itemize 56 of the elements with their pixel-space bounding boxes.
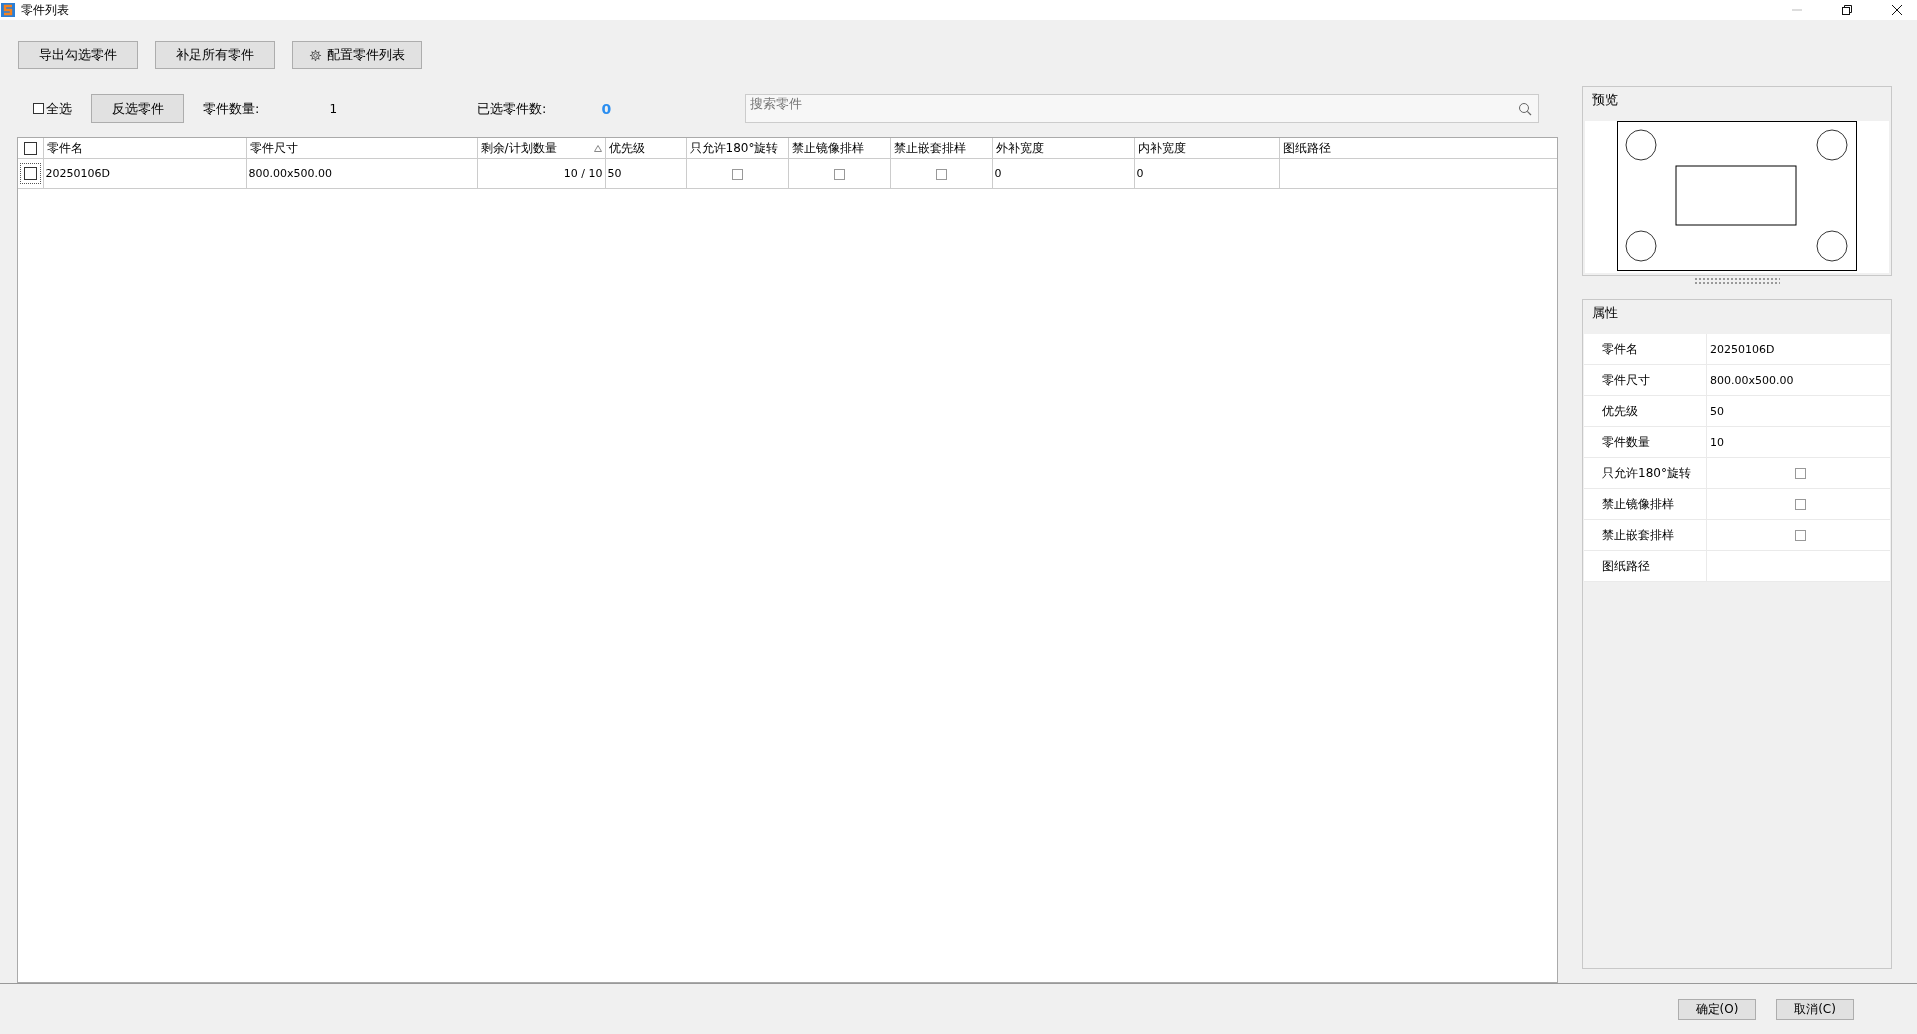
column-header[interactable]: 禁止嵌套排样 — [890, 138, 992, 159]
part-count-label: 零件数量: — [203, 99, 260, 118]
header-checkbox[interactable] — [23, 142, 37, 155]
table-cell: 0 — [994, 167, 1002, 180]
property-label: 只允许180°旋转 — [1584, 458, 1707, 488]
column-header[interactable]: 只允许180°旋转 — [686, 138, 788, 159]
property-checkbox[interactable] — [1794, 529, 1806, 541]
cell-checkbox[interactable] — [731, 168, 743, 180]
dialog-button[interactable]: 确定(O) — [1678, 998, 1756, 1020]
close-icon[interactable] — [1891, 4, 1903, 16]
toolbar-button[interactable]: 配置零件列表 — [292, 41, 422, 69]
splitter-handle[interactable] — [1694, 277, 1780, 284]
property-checkbox[interactable] — [1794, 498, 1806, 510]
property-value: 10 — [1710, 435, 1724, 449]
column-header[interactable]: 图纸路径 — [1279, 138, 1557, 159]
property-label: 禁止镜像排样 — [1584, 489, 1707, 519]
property-label: 零件尺寸 — [1584, 365, 1707, 395]
preview-title: 预览 — [1591, 91, 1619, 109]
gear-icon — [309, 48, 322, 62]
column-header[interactable]: 零件名 — [43, 138, 246, 159]
property-label: 零件数量 — [1584, 427, 1707, 457]
table-cell: 800.00x500.00 — [248, 167, 332, 180]
property-label: 零件名 — [1584, 334, 1707, 364]
search-field[interactable]: 搜索零件 — [745, 94, 1540, 123]
column-header[interactable]: 剩余/计划数量 — [477, 138, 605, 159]
table-cell: 20250106D — [45, 167, 110, 180]
column-header[interactable]: 外补宽度 — [992, 138, 1134, 159]
table-cell: 0 — [1136, 167, 1144, 180]
property-checkbox[interactable] — [1794, 467, 1806, 479]
invert-selection-button[interactable]: 反选零件 — [91, 94, 184, 123]
table-cell: 10 / 10 — [563, 167, 603, 180]
toolbar-button[interactable]: 补足所有零件 — [155, 41, 275, 69]
property-label: 优先级 — [1584, 396, 1707, 426]
table-cell: 50 — [607, 167, 622, 180]
selected-count-label: 已选零件数: — [477, 99, 547, 118]
column-header[interactable]: 优先级 — [605, 138, 686, 159]
search-icon[interactable] — [1518, 102, 1533, 116]
property-value: 20250106D — [1710, 342, 1775, 356]
cell-checkbox[interactable] — [833, 168, 845, 180]
select-all-checkbox[interactable]: 全选 — [33, 99, 72, 118]
app-logo-icon — [1, 3, 15, 17]
restore-icon[interactable] — [1841, 4, 1853, 16]
property-value: 50 — [1710, 404, 1724, 418]
column-header[interactable]: 内补宽度 — [1134, 138, 1279, 159]
column-header[interactable]: 禁止镜像排样 — [788, 138, 890, 159]
column-header[interactable]: 零件尺寸 — [246, 138, 477, 159]
window-title: 零件列表 — [21, 1, 69, 19]
property-label: 禁止嵌套排样 — [1584, 520, 1707, 550]
selected-count-value: 0 — [601, 100, 612, 117]
toolbar-button[interactable]: 导出勾选零件 — [18, 41, 138, 69]
cell-checkbox[interactable] — [935, 168, 947, 180]
part-count-value: 1 — [329, 101, 338, 116]
dialog-button[interactable]: 取消(C) — [1776, 998, 1854, 1020]
property-value: 800.00x500.00 — [1710, 373, 1794, 387]
properties-title: 属性 — [1591, 304, 1619, 322]
property-label: 图纸路径 — [1584, 551, 1707, 581]
